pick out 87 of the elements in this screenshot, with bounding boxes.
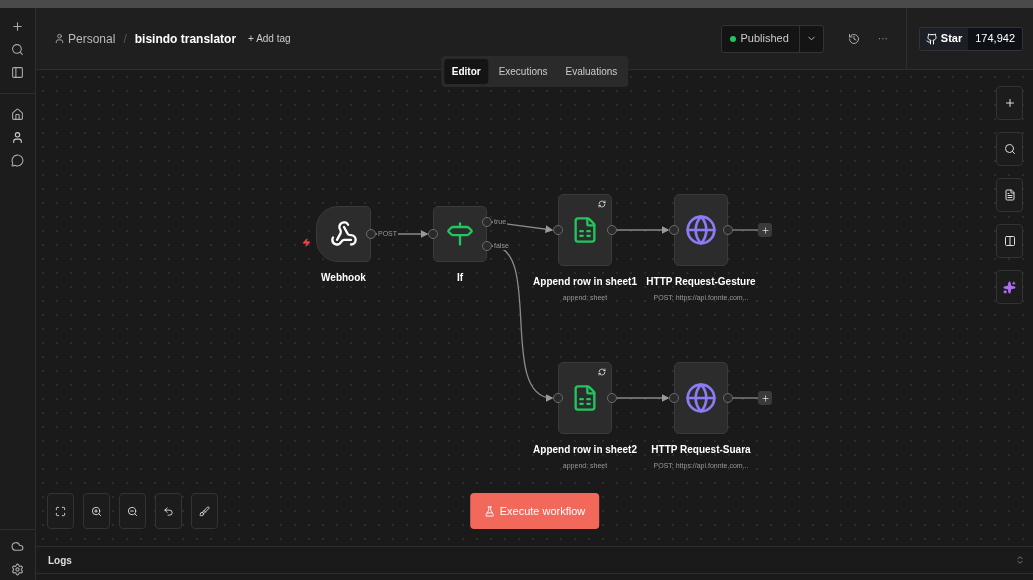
output-port[interactable] [482, 217, 492, 227]
input-port[interactable] [669, 225, 679, 235]
connection-line [616, 226, 670, 234]
zoom-in-button[interactable] [83, 493, 110, 529]
sidebar-toggle-icon[interactable] [11, 66, 24, 79]
connection-line [732, 229, 759, 231]
plus-icon[interactable] [11, 20, 24, 33]
node-title: Webhook [321, 271, 366, 285]
add-tag-button[interactable]: + Add tag [248, 31, 291, 46]
ai-assistant-button[interactable] [996, 270, 1023, 304]
star-count: 174,942 [968, 27, 1022, 50]
view-tab[interactable]: Executions [490, 59, 556, 84]
output-port[interactable] [607, 225, 617, 235]
user-icon[interactable] [11, 131, 24, 144]
chat-icon[interactable] [11, 154, 24, 167]
add-node-button[interactable] [758, 223, 772, 237]
trigger-bolt-icon [302, 238, 311, 247]
reset-zoom-button[interactable] [155, 493, 182, 529]
star-label: Star [940, 31, 963, 47]
output-port[interactable] [723, 225, 733, 235]
zoom-out-icon [127, 505, 138, 517]
output-port[interactable] [723, 393, 733, 403]
github-star-button[interactable]: Star 174,942 [918, 26, 1023, 51]
output-port[interactable] [482, 241, 492, 251]
sticky-note-button[interactable] [996, 178, 1023, 212]
logs-bar[interactable]: Logs [36, 546, 1033, 574]
undo-icon [163, 505, 174, 517]
search-icon [1003, 143, 1016, 155]
plus-icon [760, 393, 770, 403]
output-port[interactable] [607, 393, 617, 403]
connection-line [616, 394, 670, 402]
sparkle-icon [1003, 280, 1016, 294]
expand-icon[interactable] [1015, 555, 1025, 565]
fullscreen-icon [55, 505, 66, 517]
view-tab[interactable]: Editor [443, 59, 489, 84]
cloud-icon[interactable] [11, 540, 24, 553]
flask-icon [483, 505, 495, 517]
node-title: Append row in sheet1 [533, 275, 637, 289]
panel-icon [1003, 235, 1016, 247]
output-port[interactable] [366, 229, 376, 239]
workflow-node[interactable] [433, 206, 487, 262]
document-icon [1003, 189, 1016, 201]
panel-button[interactable] [996, 224, 1023, 258]
node-title: HTTP Request-Gesture [646, 275, 756, 289]
zoom-in-icon [91, 505, 102, 517]
plus-icon [1003, 97, 1016, 109]
history-icon[interactable] [847, 32, 860, 45]
node-title: HTTP Request-Suara [651, 443, 751, 457]
settings-icon[interactable] [11, 563, 24, 576]
fit-view-button[interactable] [47, 493, 74, 529]
brush-icon [199, 505, 210, 517]
workflow-node[interactable] [558, 362, 612, 434]
connection-line [732, 397, 759, 399]
view-tab[interactable]: Evaluations [557, 59, 626, 84]
input-port[interactable] [428, 229, 438, 239]
input-port[interactable] [553, 393, 563, 403]
owner-link[interactable]: Personal [68, 29, 116, 48]
workflow-node[interactable] [316, 206, 371, 262]
add-node-button[interactable] [758, 391, 772, 405]
add-node-button[interactable] [996, 86, 1023, 120]
github-icon [925, 32, 938, 45]
workflow-node[interactable] [674, 194, 728, 266]
node-title: If [456, 271, 464, 285]
node-title: Append row in sheet2 [533, 443, 637, 457]
input-port[interactable] [553, 225, 563, 235]
zoom-out-button[interactable] [119, 493, 146, 529]
webhook-icon [329, 220, 358, 248]
globe-icon [685, 382, 717, 414]
input-port[interactable] [669, 393, 679, 403]
search-icon[interactable] [11, 43, 24, 56]
user-icon [54, 33, 65, 44]
refresh-icon [598, 368, 606, 376]
workflow-node[interactable] [674, 362, 728, 434]
refresh-icon [598, 200, 606, 208]
home-icon[interactable] [11, 108, 24, 121]
globe-icon [685, 214, 717, 246]
search-button[interactable] [996, 132, 1023, 166]
publish-status-button[interactable]: Published [720, 24, 824, 53]
status-label: Published [740, 31, 790, 47]
more-button[interactable]: ··· [877, 31, 888, 46]
plus-icon [760, 225, 770, 235]
tidy-up-button[interactable] [191, 493, 218, 529]
logs-title: Logs [48, 553, 72, 568]
workflow-name[interactable]: bisindo translator [134, 29, 237, 48]
workflow-node[interactable] [558, 194, 612, 266]
breadcrumb-separator: / [123, 30, 127, 48]
signpost-icon [446, 220, 474, 248]
